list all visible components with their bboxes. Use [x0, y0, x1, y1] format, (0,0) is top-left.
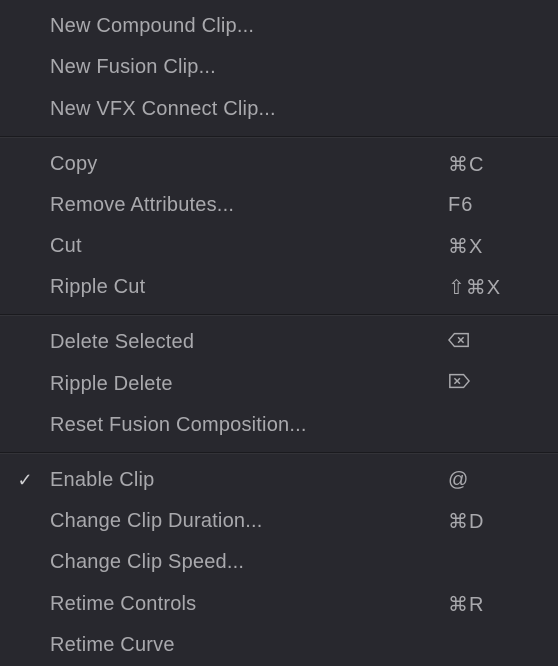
menu-item-reset-fusion-comp[interactable]: Reset Fusion Composition...: [0, 405, 558, 446]
menu-item-label: Change Clip Duration...: [50, 510, 448, 533]
menu-item-new-vfx-connect[interactable]: New VFX Connect Clip...: [0, 88, 558, 129]
menu-item-label: Retime Curve: [50, 634, 448, 657]
menu-item-label: New Fusion Clip...: [50, 56, 448, 79]
menu-item-new-fusion-clip[interactable]: New Fusion Clip...: [0, 47, 558, 88]
menu-separator: [0, 452, 558, 454]
menu-item-label: Reset Fusion Composition...: [50, 414, 448, 437]
menu-item-label: Enable Clip: [50, 469, 448, 492]
menu-item-shortcut: ⌘R: [448, 592, 518, 617]
menu-item-change-speed[interactable]: Change Clip Speed...: [0, 542, 558, 583]
menu-item-shortcut: ⌘C: [448, 152, 518, 177]
menu-item-label: Ripple Cut: [50, 276, 448, 299]
menu-item-label: Ripple Delete: [50, 373, 448, 396]
menu-item-shortcut: ⌘X: [448, 234, 518, 259]
menu-item-retime-curve[interactable]: Retime Curve: [0, 625, 558, 666]
menu-separator: [0, 136, 558, 138]
menu-item-remove-attributes[interactable]: Remove Attributes...F6: [0, 185, 558, 226]
menu-item-label: Change Clip Speed...: [50, 551, 448, 574]
menu-item-label: Copy: [50, 153, 448, 176]
menu-item-label: New VFX Connect Clip...: [50, 98, 448, 121]
menu-item-copy[interactable]: Copy⌘C: [0, 144, 558, 185]
menu-item-retime-controls[interactable]: Retime Controls⌘R: [0, 584, 558, 625]
context-menu: New Compound Clip... New Fusion Clip... Ne…: [0, 0, 558, 666]
menu-item-change-duration[interactable]: Change Clip Duration...⌘D: [0, 501, 558, 542]
menu-item-ripple-delete[interactable]: Ripple Delete: [0, 364, 558, 405]
menu-item-label: New Compound Clip...: [50, 15, 448, 38]
menu-item-shortcut: ⌘D: [448, 509, 518, 534]
menu-item-label: Cut: [50, 235, 448, 258]
menu-item-enable-clip[interactable]: ✓Enable Clip@: [0, 460, 558, 501]
menu-item-label: Remove Attributes...: [50, 194, 448, 217]
menu-separator: [0, 314, 558, 316]
menu-item-shortcut: ⇧⌘X: [448, 275, 518, 300]
delete-left-icon: [448, 331, 518, 355]
checkmark-icon: ✓: [0, 470, 50, 491]
menu-item-shortcut: @: [448, 469, 518, 492]
delete-right-icon: [448, 372, 518, 396]
menu-item-shortcut: F6: [448, 194, 518, 217]
menu-item-ripple-cut[interactable]: Ripple Cut⇧⌘X: [0, 267, 558, 308]
menu-item-new-compound-clip[interactable]: New Compound Clip...: [0, 6, 558, 47]
menu-item-label: Retime Controls: [50, 593, 448, 616]
menu-item-label: Delete Selected: [50, 331, 448, 354]
menu-item-delete-selected[interactable]: Delete Selected: [0, 322, 558, 363]
menu-item-cut[interactable]: Cut⌘X: [0, 226, 558, 267]
